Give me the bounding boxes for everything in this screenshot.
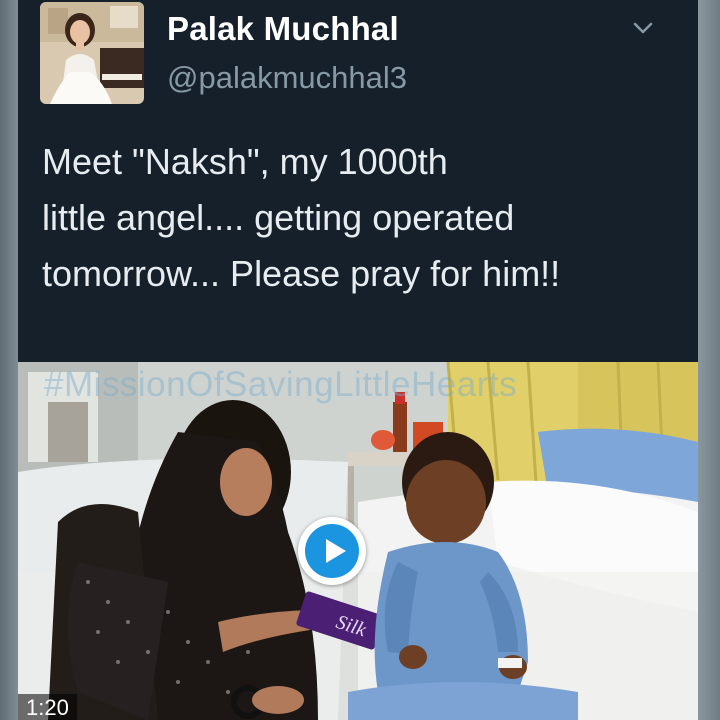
video-duration: 1:20: [18, 694, 77, 720]
background-left-edge: [0, 0, 18, 720]
tweet-text-line: tomorrow... Please pray for him!!: [42, 253, 561, 294]
chevron-down-icon[interactable]: [630, 18, 656, 38]
play-icon: [305, 524, 359, 578]
avatar[interactable]: [40, 2, 144, 104]
tweet-card[interactable]: Palak Muchhal @palakmuchhal3 Meet "Naksh…: [18, 0, 698, 720]
tweet-text-line: Meet "Naksh", my 1000th: [42, 141, 448, 182]
display-name[interactable]: Palak Muchhal: [167, 10, 399, 48]
user-handle[interactable]: @palakmuchhal3: [167, 60, 407, 96]
play-button[interactable]: [298, 517, 366, 585]
avatar-photo: [40, 2, 144, 104]
tweet-text-line: little angel.... getting operated: [42, 197, 515, 238]
background-right-edge: [698, 0, 720, 720]
tweet-text: Meet "Naksh", my 1000th little angel....…: [42, 134, 682, 302]
